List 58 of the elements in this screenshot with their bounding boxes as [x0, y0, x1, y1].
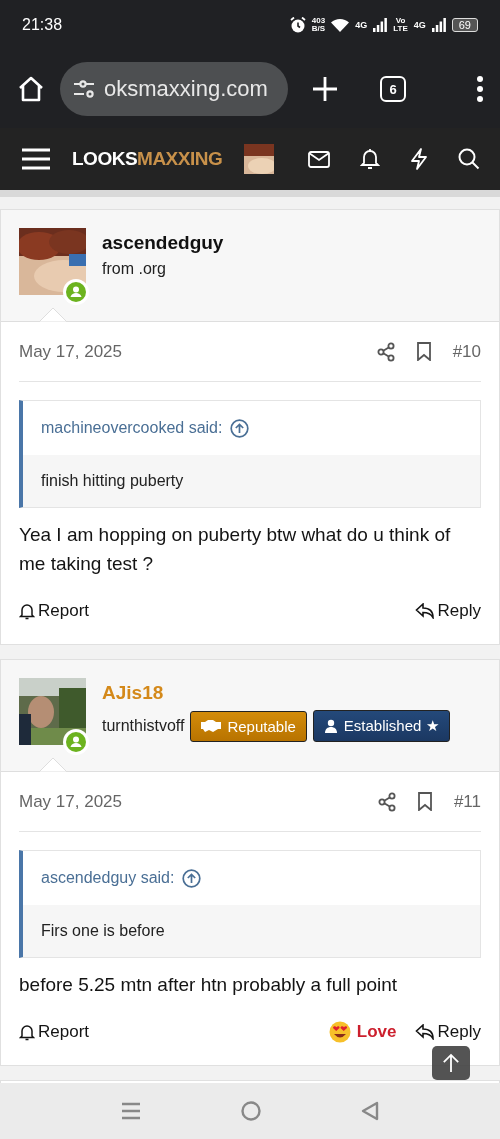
reply-arrow-icon: [414, 1024, 435, 1040]
bookmark-icon[interactable]: [416, 342, 431, 361]
post-message: before 5.25 mtn after htn probably a full point: [19, 973, 399, 997]
post-date[interactable]: May 17, 2025: [19, 341, 122, 362]
site-logo[interactable]: LOOKSMAXXING: [72, 148, 223, 170]
address-bar[interactable]: oksmaxxing.com: [60, 62, 288, 116]
post-number[interactable]: #10: [452, 341, 481, 362]
bell-icon: [19, 1023, 35, 1041]
report-link[interactable]: Report: [19, 601, 90, 621]
username[interactable]: ascendedguy: [102, 232, 224, 254]
back-icon[interactable]: [361, 1101, 379, 1121]
post-number[interactable]: #11: [453, 791, 481, 812]
bell-icon[interactable]: [360, 148, 380, 170]
recent-apps-icon[interactable]: [121, 1101, 141, 1121]
post-message: Yea I am hopping on puberty btw what do u think of me taking test ?: [19, 523, 452, 576]
network-type: 4G: [355, 20, 368, 30]
signal-icon: [373, 18, 388, 32]
battery-level: 69: [451, 18, 478, 32]
volte-indicator: Vo LTE: [393, 17, 408, 33]
quote-author[interactable]: machineovercooked said:: [41, 419, 223, 437]
user-banner: Reputable: [190, 710, 307, 742]
tab-switcher[interactable]: 6: [380, 76, 406, 102]
more-icon[interactable]: [476, 76, 484, 102]
alarm-icon: [289, 17, 306, 33]
search-icon[interactable]: [458, 148, 480, 170]
reaction-label[interactable]: Love: [328, 1021, 397, 1043]
arrow-up-icon: [442, 1053, 460, 1073]
user-title: from .org: [102, 260, 166, 278]
share-icon[interactable]: [377, 791, 396, 812]
quote-text: Firs one is before: [41, 922, 165, 940]
arrow-up-circle-icon[interactable]: [182, 868, 202, 888]
arrow-up-circle-icon[interactable]: [230, 418, 250, 438]
person-icon: [323, 719, 338, 733]
clock: 21:38: [22, 16, 63, 34]
plus-icon[interactable]: [312, 76, 338, 102]
reply-arrow-icon: [414, 603, 435, 619]
reply-link[interactable]: Reply: [414, 1022, 481, 1042]
bookmark-icon[interactable]: [417, 792, 432, 811]
mail-icon[interactable]: [308, 150, 330, 168]
bell-icon: [19, 602, 35, 620]
reply-link[interactable]: Reply: [414, 601, 481, 621]
report-link[interactable]: Report: [19, 1022, 90, 1042]
post-date[interactable]: May 17, 2025: [19, 791, 122, 812]
scroll-to-top-button[interactable]: [432, 1046, 470, 1080]
quote-author[interactable]: ascendedguy said:: [41, 869, 175, 887]
home-button-icon[interactable]: [241, 1101, 261, 1121]
wifi-icon: [331, 18, 350, 32]
signal-icon: [431, 18, 446, 32]
handshake-icon: [201, 720, 222, 732]
user-banner: Established ★: [312, 710, 450, 742]
heart-eyes-emoji-icon: [328, 1021, 351, 1043]
menu-icon[interactable]: [22, 147, 50, 171]
network-type: 4G: [413, 20, 426, 30]
network-speed: 403 B/S: [311, 17, 326, 33]
lightning-icon[interactable]: [410, 148, 428, 170]
share-icon[interactable]: [376, 341, 395, 362]
user-title: turnthistvoff: [102, 717, 185, 735]
quote-text: finish hitting puberty: [41, 472, 184, 490]
